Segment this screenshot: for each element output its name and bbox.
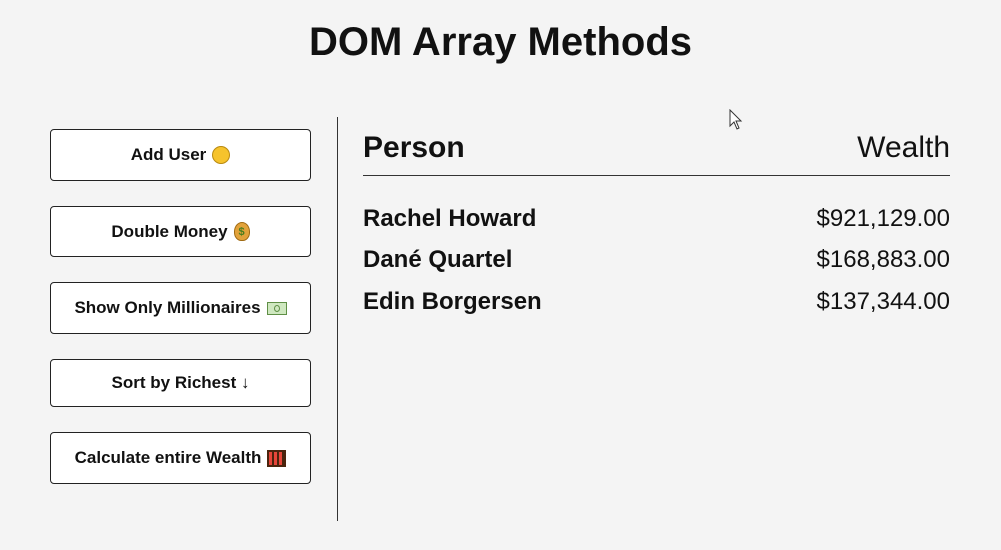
calculate-wealth-button[interactable]: Calculate entire Wealth bbox=[50, 432, 311, 484]
add-user-button[interactable]: Add User bbox=[50, 129, 311, 181]
person-column-header: Person bbox=[363, 131, 465, 164]
sort-by-richest-button[interactable]: Sort by Richest ↓ bbox=[50, 359, 311, 407]
add-user-label: Add User bbox=[130, 145, 207, 164]
person-name: Dané Quartel bbox=[363, 246, 513, 274]
person-name: Rachel Howard bbox=[363, 204, 537, 232]
person-wealth: $168,883.00 bbox=[816, 246, 950, 274]
man-face-emoji-icon bbox=[212, 146, 231, 164]
dollar-banknote-emoji-icon bbox=[266, 301, 287, 315]
table-row: Dané Quartel $168,883.00 bbox=[363, 240, 950, 282]
double-money-button[interactable]: Double Money $ bbox=[50, 206, 311, 257]
person-name: Edin Borgersen bbox=[363, 287, 542, 315]
person-wealth: $921,129.00 bbox=[816, 204, 950, 232]
calculate-wealth-label: Calculate entire Wealth bbox=[74, 448, 262, 467]
sort-by-richest-label: Sort by Richest ↓ bbox=[111, 373, 250, 392]
abacus-emoji-icon bbox=[267, 449, 287, 467]
mouse-cursor-icon bbox=[729, 109, 743, 130]
table-row: Edin Borgersen $137,344.00 bbox=[363, 281, 950, 323]
wealth-table: Person Wealth Rachel Howard $921,129.00 … bbox=[363, 127, 950, 323]
money-bag-emoji-icon: $ bbox=[233, 222, 250, 241]
show-millionaires-button[interactable]: Show Only Millionaires bbox=[50, 282, 311, 334]
page-title: DOM Array Methods bbox=[308, 20, 692, 64]
table-row: Rachel Howard $921,129.00 bbox=[363, 198, 950, 240]
table-header: Person Wealth bbox=[363, 127, 950, 176]
wealth-column-header: Wealth bbox=[857, 131, 950, 164]
person-wealth: $137,344.00 bbox=[816, 287, 950, 315]
show-millionaires-label: Show Only Millionaires bbox=[74, 298, 261, 317]
person-list: Rachel Howard $921,129.00 Dané Quartel $… bbox=[363, 198, 950, 323]
vertical-divider bbox=[337, 117, 338, 521]
double-money-label: Double Money bbox=[111, 221, 228, 241]
